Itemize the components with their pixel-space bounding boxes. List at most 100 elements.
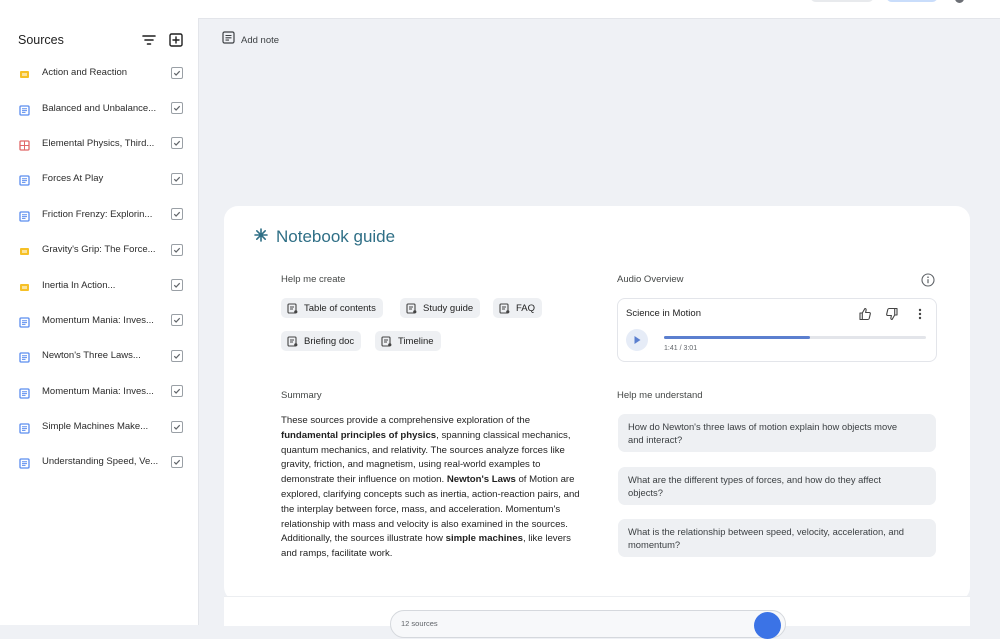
chip-briefing-doc[interactable]: Briefing doc xyxy=(281,331,362,351)
audio-player: Science in Motion 1:41 / 3:01 xyxy=(617,298,937,362)
source-checkbox[interactable] xyxy=(171,420,183,433)
source-checkbox[interactable] xyxy=(171,172,183,185)
chip-label: Timeline xyxy=(398,335,434,347)
doc-icon xyxy=(19,173,30,187)
pdf-icon xyxy=(19,138,30,151)
source-label: Understanding Speed, Ve... xyxy=(42,456,159,468)
source-item[interactable]: Momentum Mania: Inves... xyxy=(0,374,198,409)
help-understand-label: Help me understand xyxy=(617,390,703,401)
chip-table-of-contents[interactable]: Table of contents xyxy=(281,298,383,318)
doc-icon xyxy=(19,350,30,363)
chip-faq[interactable]: FAQ xyxy=(493,298,543,318)
source-item[interactable]: Action and Reaction xyxy=(0,55,198,90)
play-icon[interactable] xyxy=(626,329,648,351)
source-item[interactable]: Gravity's Grip: The Force... xyxy=(0,232,198,267)
source-checkbox[interactable] xyxy=(171,102,183,115)
slides-icon xyxy=(19,244,30,256)
source-label: Momentum Mania: Inves... xyxy=(42,385,154,397)
suggested-question[interactable]: What are the different types of forces, … xyxy=(618,467,936,505)
chip-label: Briefing doc xyxy=(304,335,355,347)
doc-icon xyxy=(19,386,30,399)
thumbs-down-icon[interactable] xyxy=(884,306,900,322)
source-label: Gravity's Grip: The Force... xyxy=(42,244,156,256)
source-item[interactable]: Understanding Speed, Ve... xyxy=(0,444,198,479)
doc-icon xyxy=(19,421,30,434)
source-label: Momentum Mania: Inves... xyxy=(42,314,154,326)
slides-icon xyxy=(19,280,30,291)
audio-progress-bar[interactable] xyxy=(664,336,926,339)
audio-time: 1:41 / 3:01 xyxy=(664,345,698,352)
question-text: What is the relationship between speed, … xyxy=(628,526,905,550)
add-source-icon[interactable] xyxy=(167,31,185,49)
summary-highlight: fundamental principles of physics xyxy=(281,429,437,441)
source-checkbox[interactable] xyxy=(171,279,183,292)
audio-overview-label: Audio Overview xyxy=(617,274,684,285)
doc-sparkle-icon xyxy=(287,302,298,314)
chip-timeline[interactable]: Timeline xyxy=(375,331,441,351)
source-item[interactable]: Elemental Physics, Third... xyxy=(0,126,198,161)
doc-sparkle-icon xyxy=(406,302,417,314)
summary-highlight: Newton's Laws xyxy=(446,474,516,486)
source-item[interactable]: Friction Frenzy: Explorin... xyxy=(0,197,198,232)
question-text: What are the different types of forces, … xyxy=(628,474,881,498)
source-checkbox[interactable] xyxy=(171,314,183,327)
doc-sparkle-icon xyxy=(381,335,392,347)
source-label: Balanced and Unbalance... xyxy=(42,102,157,114)
sources-panel: Sources Action and Reaction Balanced and … xyxy=(0,0,199,625)
source-item[interactable]: Simple Machines Make... xyxy=(0,409,198,444)
summary-run: These sources provide a comprehensive ex… xyxy=(281,415,531,426)
slides-icon xyxy=(19,67,30,79)
source-label: Action and Reaction xyxy=(42,67,128,79)
audio-progress-fill xyxy=(664,336,811,339)
source-checkbox[interactable] xyxy=(171,66,183,79)
source-item[interactable]: Momentum Mania: Inves... xyxy=(0,303,198,338)
settings-icon[interactable] xyxy=(955,0,964,3)
add-note-button[interactable]: Add note xyxy=(222,31,279,49)
summary-text: These sources provide a comprehensive ex… xyxy=(281,414,581,562)
source-checkbox[interactable] xyxy=(171,349,183,362)
notebook-guide-card: Notebook guide Help me create Table of c… xyxy=(224,206,970,601)
note-add-icon xyxy=(222,31,235,49)
source-checkbox[interactable] xyxy=(171,455,183,468)
doc-icon xyxy=(19,456,30,470)
source-label: Newton's Three Laws... xyxy=(42,350,141,362)
doc-icon xyxy=(19,315,30,328)
doc-icon xyxy=(19,103,30,116)
source-label: Simple Machines Make... xyxy=(42,421,149,433)
guide-title: Notebook guide xyxy=(276,227,396,246)
source-label: Friction Frenzy: Explorin... xyxy=(42,208,153,220)
chat-input[interactable]: 12 sources xyxy=(390,610,786,638)
suggested-question[interactable]: How do Newton's three laws of motion exp… xyxy=(618,414,936,452)
source-label: Elemental Physics, Third... xyxy=(42,137,155,149)
doc-sparkle-icon xyxy=(287,335,298,347)
suggested-question[interactable]: What is the relationship between speed, … xyxy=(618,519,936,557)
source-checkbox[interactable] xyxy=(171,243,183,256)
filter-icon[interactable] xyxy=(140,31,158,49)
source-item[interactable]: Newton's Three Laws... xyxy=(0,338,198,373)
top-bar xyxy=(198,0,1000,19)
chat-bar: 12 sources xyxy=(224,596,970,639)
audio-title: Science in Motion xyxy=(626,308,701,319)
top-button-secondary[interactable] xyxy=(810,0,874,2)
more-vert-icon[interactable] xyxy=(912,306,928,322)
info-icon[interactable] xyxy=(921,273,935,287)
source-item[interactable]: Inertia In Action... xyxy=(0,267,198,302)
top-button-primary[interactable] xyxy=(886,0,938,2)
chip-label: FAQ xyxy=(516,302,536,314)
chip-label: Table of contents xyxy=(304,302,376,314)
sources-list: Action and Reaction Balanced and Unbalanc… xyxy=(0,55,198,480)
send-icon[interactable] xyxy=(754,612,781,639)
thumbs-up-icon[interactable] xyxy=(857,306,873,322)
question-text: How do Newton's three laws of motion exp… xyxy=(628,421,898,445)
source-checkbox[interactable] xyxy=(171,208,183,221)
source-item[interactable]: Balanced and Unbalance... xyxy=(0,90,198,125)
chip-study-guide[interactable]: Study guide xyxy=(400,298,481,318)
sources-header: Sources xyxy=(18,33,188,49)
source-checkbox[interactable] xyxy=(171,385,183,398)
summary-highlight: simple machines xyxy=(445,533,523,545)
chip-label: Study guide xyxy=(423,302,474,314)
source-item[interactable]: Forces At Play xyxy=(0,161,198,196)
source-label: Inertia In Action... xyxy=(42,279,116,291)
sources-title: Sources xyxy=(18,33,64,47)
source-checkbox[interactable] xyxy=(171,137,183,150)
